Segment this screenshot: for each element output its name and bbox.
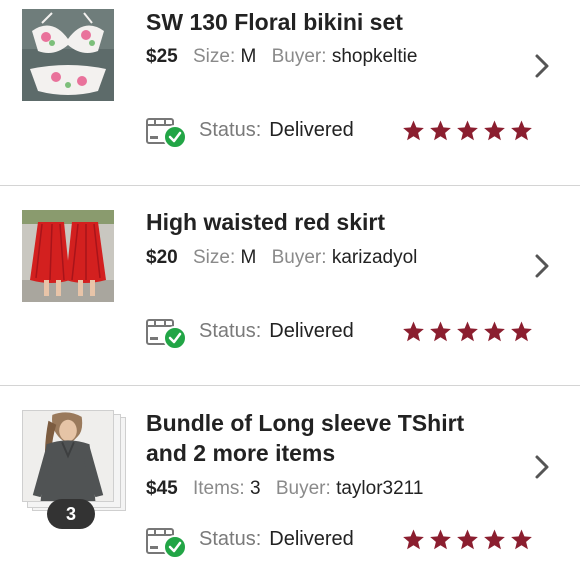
star-icon [484, 529, 505, 550]
order-title-line: Bundle of Long sleeve TShirt [146, 410, 465, 436]
buyer-label: Buyer: [271, 46, 327, 67]
order-price: $20 [146, 247, 178, 268]
star-rating [402, 528, 533, 551]
star-icon [430, 321, 451, 342]
buyer-name[interactable]: taylor3211 [336, 478, 423, 499]
tshirt-photo-icon [22, 410, 114, 502]
star-icon [403, 321, 424, 342]
order-status: Status: Delivered [199, 117, 354, 143]
buyer-name[interactable]: shopkeltie [332, 46, 418, 67]
status-label: Status: [199, 119, 262, 141]
chevron-right-icon[interactable] [531, 452, 553, 482]
status-label: Status: [199, 320, 262, 342]
buyer-label: Buyer: [275, 478, 331, 499]
order-status: Status: Delivered [199, 526, 354, 552]
chevron-right-icon[interactable] [531, 51, 553, 81]
order-title: High waisted red skirt [146, 207, 385, 237]
size-value: M [240, 247, 257, 268]
order-title: SW 130 Floral bikini set [146, 7, 403, 37]
star-rating [402, 320, 533, 343]
delivered-package-icon [146, 118, 187, 149]
star-icon [457, 529, 478, 550]
order-row[interactable]: High waisted red skirt $20 Size: M Buyer… [0, 186, 580, 386]
star-icon [511, 529, 532, 550]
order-price: $45 [146, 478, 178, 499]
star-icon [511, 321, 532, 342]
items-value: 3 [250, 478, 261, 499]
delivered-package-icon [146, 319, 187, 350]
size-label: Size: [192, 46, 236, 67]
star-icon [457, 120, 478, 141]
order-row[interactable]: SW 130 Floral bikini set $25 Size: M Buy… [0, 0, 580, 186]
order-title-line: SW 130 Floral bikini set [146, 9, 403, 35]
chevron-right-icon[interactable] [531, 251, 553, 281]
star-icon [484, 120, 505, 141]
star-icon [403, 120, 424, 141]
buyer-label: Buyer: [271, 247, 327, 268]
star-icon [403, 529, 424, 550]
star-rating [402, 119, 533, 142]
order-meta: $45 Items: 3 Buyer: taylor3211 [146, 477, 433, 501]
bikini-photo-icon [22, 9, 114, 101]
delivered-package-icon [146, 528, 187, 559]
status-value: Delivered [269, 528, 354, 550]
items-label: Items: [192, 478, 245, 499]
order-meta: $25 Size: M Buyer: shopkeltie [146, 45, 427, 69]
order-row[interactable]: 3 Bundle of Long sleeve TShirt and 2 mor… [0, 386, 580, 580]
star-icon [430, 120, 451, 141]
order-price: $25 [146, 46, 178, 67]
star-icon [430, 529, 451, 550]
order-title-line: High waisted red skirt [146, 209, 386, 235]
size-label: Size: [192, 247, 236, 268]
status-value: Delivered [269, 320, 354, 342]
order-title: Bundle of Long sleeve TShirt and 2 more … [146, 408, 464, 468]
skirt-photo-icon [22, 210, 114, 302]
status-label: Status: [199, 528, 262, 550]
star-icon [457, 321, 478, 342]
status-value: Delivered [269, 119, 354, 141]
star-icon [511, 120, 532, 141]
buyer-name[interactable]: karizadyol [332, 247, 418, 268]
bundle-count-badge: 3 [47, 499, 95, 529]
order-status: Status: Delivered [199, 318, 354, 344]
star-icon [484, 321, 505, 342]
order-meta: $20 Size: M Buyer: karizadyol [146, 246, 427, 270]
order-title-line: and 2 more items [146, 440, 336, 466]
size-value: M [240, 46, 257, 67]
